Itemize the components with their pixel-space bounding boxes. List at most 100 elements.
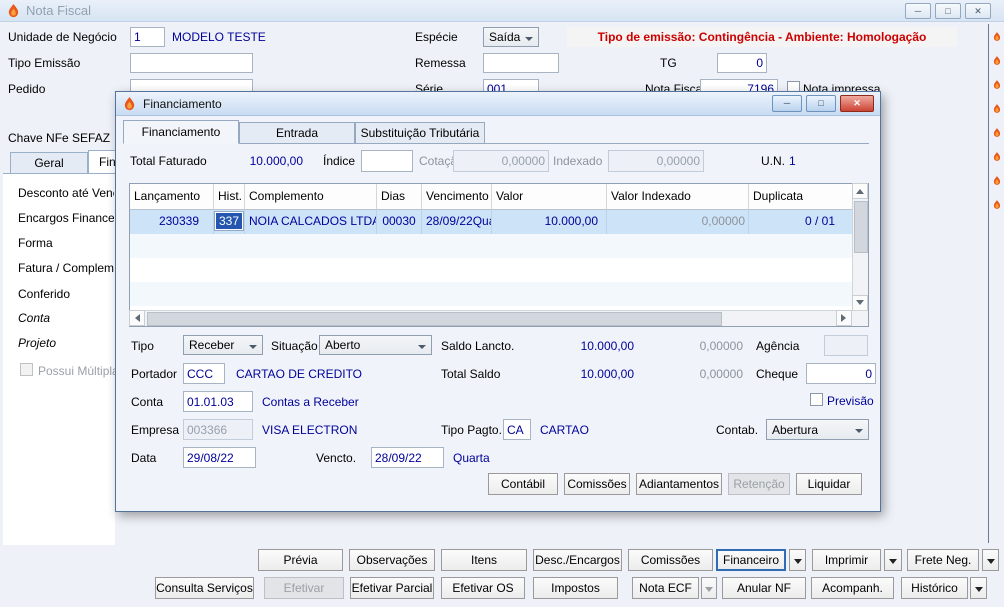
scroll-right-button[interactable] [836, 310, 852, 326]
tg-input[interactable] [717, 53, 767, 73]
historico-dropdown-arrow[interactable] [970, 577, 987, 599]
contab-label: Contab. [716, 423, 759, 437]
unidade-negocio-input[interactable] [130, 27, 165, 47]
tipo-emissao-input[interactable] [130, 53, 253, 73]
especie-dropdown[interactable]: Saída [483, 27, 539, 47]
sidebar-item-desconto[interactable]: Desconto até Venc [18, 186, 114, 200]
desc-encargos-button[interactable]: Desc./Encargos [533, 549, 622, 571]
dock-tab-flame-icon[interactable] [992, 79, 1002, 93]
dock-tab-flame-icon[interactable] [992, 55, 1002, 69]
remessa-input[interactable] [483, 53, 559, 73]
sidebar-item-projeto[interactable]: Projeto [18, 336, 114, 350]
sidebar-item-conferido[interactable]: Conferido [18, 287, 114, 301]
triangle-down-icon [889, 559, 897, 568]
close-button[interactable]: ✕ [965, 3, 991, 19]
imprimir-dropdown-arrow[interactable] [884, 549, 902, 571]
unidade-negocio-desc: MODELO TESTE [172, 30, 266, 44]
column-header-valor[interactable]: Valor [492, 184, 607, 210]
table-row-empty[interactable] [130, 282, 868, 306]
tipo-pagto-input[interactable] [503, 419, 531, 440]
table-row-empty[interactable] [130, 258, 868, 282]
anular-nf-button[interactable]: Anular NF [722, 577, 806, 599]
cheque-input[interactable] [806, 363, 876, 384]
previa-button[interactable]: Prévia [258, 549, 343, 571]
contabil-button[interactable]: Contábil [488, 473, 558, 495]
chevron-down-icon [249, 344, 257, 353]
scroll-down-button[interactable] [852, 295, 868, 311]
chevron-down-icon [855, 429, 863, 437]
efetivar-os-button[interactable]: Efetivar OS [441, 577, 525, 599]
cell-duplicata: 0 / 01 [804, 214, 835, 228]
acompanh-button[interactable]: Acompanh. [811, 577, 894, 599]
tab-geral[interactable]: Geral [10, 152, 88, 174]
nota-ecf-button[interactable]: Nota ECF [632, 577, 699, 599]
adiantamentos-button[interactable]: Adiantamentos [636, 473, 722, 495]
efetivar-parcial-button[interactable]: Efetivar Parcial [350, 577, 434, 599]
tab-entrada[interactable]: Entrada [239, 122, 355, 143]
dock-tab-flame-icon[interactable] [992, 127, 1002, 141]
column-header-hist[interactable]: Hist. [214, 184, 245, 210]
dialog-close-button[interactable]: ✕ [840, 95, 874, 112]
tab-substituicao-tributaria[interactable]: Substituição Tributária [355, 122, 485, 143]
consulta-servicos-button[interactable]: Consulta Serviços [155, 577, 254, 599]
minimize-button[interactable]: ─ [905, 3, 931, 19]
liquidar-button[interactable]: Liquidar [796, 473, 862, 495]
dialog-maximize-button[interactable]: □ [806, 95, 836, 112]
situacao-dropdown[interactable]: Aberto [319, 335, 432, 355]
conta-input[interactable] [183, 391, 253, 412]
sidebar-item-forma[interactable]: Forma [18, 236, 114, 250]
hist-edit-cell[interactable]: 337 [215, 212, 244, 230]
impostos-button[interactable]: Impostos [533, 577, 618, 599]
indice-input[interactable] [361, 150, 413, 172]
maximize-button[interactable]: □ [935, 3, 961, 19]
triangle-down-icon [974, 587, 983, 596]
itens-button[interactable]: Itens [441, 549, 527, 571]
observacoes-button[interactable]: Observações [349, 549, 435, 571]
empresa-input [183, 419, 253, 440]
dialog-minimize-button[interactable]: ─ [772, 95, 802, 112]
dock-tab-flame-icon[interactable] [992, 199, 1002, 213]
frete-neg-dropdown-arrow[interactable] [982, 549, 999, 571]
total-faturado-value: 10.000,00 [249, 154, 303, 168]
sidebar-item-fatura[interactable]: Fatura / Complem [18, 261, 114, 275]
dock-tab-flame-icon[interactable] [992, 175, 1002, 189]
scroll-up-button[interactable] [852, 183, 868, 199]
table-row-empty[interactable] [130, 234, 868, 258]
dock-tab-flame-icon[interactable] [992, 151, 1002, 165]
situacao-label: Situação [271, 339, 318, 353]
sidebar-item-encargos[interactable]: Encargos Financei [18, 211, 114, 225]
vencimento-weekday: Qua [472, 214, 491, 228]
tab-financiamento[interactable]: Financiamento [123, 120, 239, 144]
comissoes-button[interactable]: Comissões [564, 473, 630, 495]
column-header-complemento[interactable]: Complemento [245, 184, 377, 210]
column-header-vencimento-orig[interactable]: Vencimento Orig. [422, 184, 492, 210]
column-header-dias[interactable]: Dias [377, 184, 422, 210]
dock-tab-flame-icon[interactable] [992, 103, 1002, 117]
cell-hist: 337 [214, 210, 245, 234]
horizontal-scroll-thumb[interactable] [147, 312, 722, 326]
frete-neg-button[interactable]: Frete Neg. [907, 549, 979, 571]
financeiro-button[interactable]: Financeiro [716, 549, 786, 571]
financeiro-dropdown-arrow[interactable] [789, 549, 806, 571]
table-row-selected[interactable]: 230339 337 NOIA CALCADOS LTDA 00030 28/0… [130, 210, 868, 234]
column-header-duplicata[interactable]: Duplicata [749, 184, 853, 210]
tipo-dropdown[interactable]: Receber [183, 335, 263, 355]
data-input[interactable] [183, 447, 256, 468]
scroll-left-button[interactable] [129, 310, 145, 326]
sidebar-item-conta[interactable]: Conta [18, 311, 114, 325]
vencto-input[interactable] [371, 447, 444, 468]
previsao-checkbox[interactable] [810, 393, 823, 406]
column-header-lancamento[interactable]: Lançamento [130, 184, 214, 210]
tipo-pagto-desc: CARTAO [540, 423, 589, 437]
emission-warning-text: Tipo de emissão: Contingência - Ambiente… [597, 30, 927, 44]
vertical-scroll-thumb[interactable] [854, 201, 868, 253]
contab-dropdown[interactable]: Abertura [766, 419, 869, 440]
dialog-titlebar: Financiamento [116, 92, 880, 116]
dock-tab-flame-icon[interactable] [992, 31, 1002, 45]
historico-button[interactable]: Histórico [901, 577, 968, 599]
imprimir-button[interactable]: Imprimir [812, 549, 881, 571]
column-header-valor-indexado[interactable]: Valor Indexado [607, 184, 749, 210]
cell-dias: 00030 [377, 210, 422, 234]
portador-input[interactable] [183, 363, 225, 384]
comissoes-footer-button[interactable]: Comissões [628, 549, 713, 571]
